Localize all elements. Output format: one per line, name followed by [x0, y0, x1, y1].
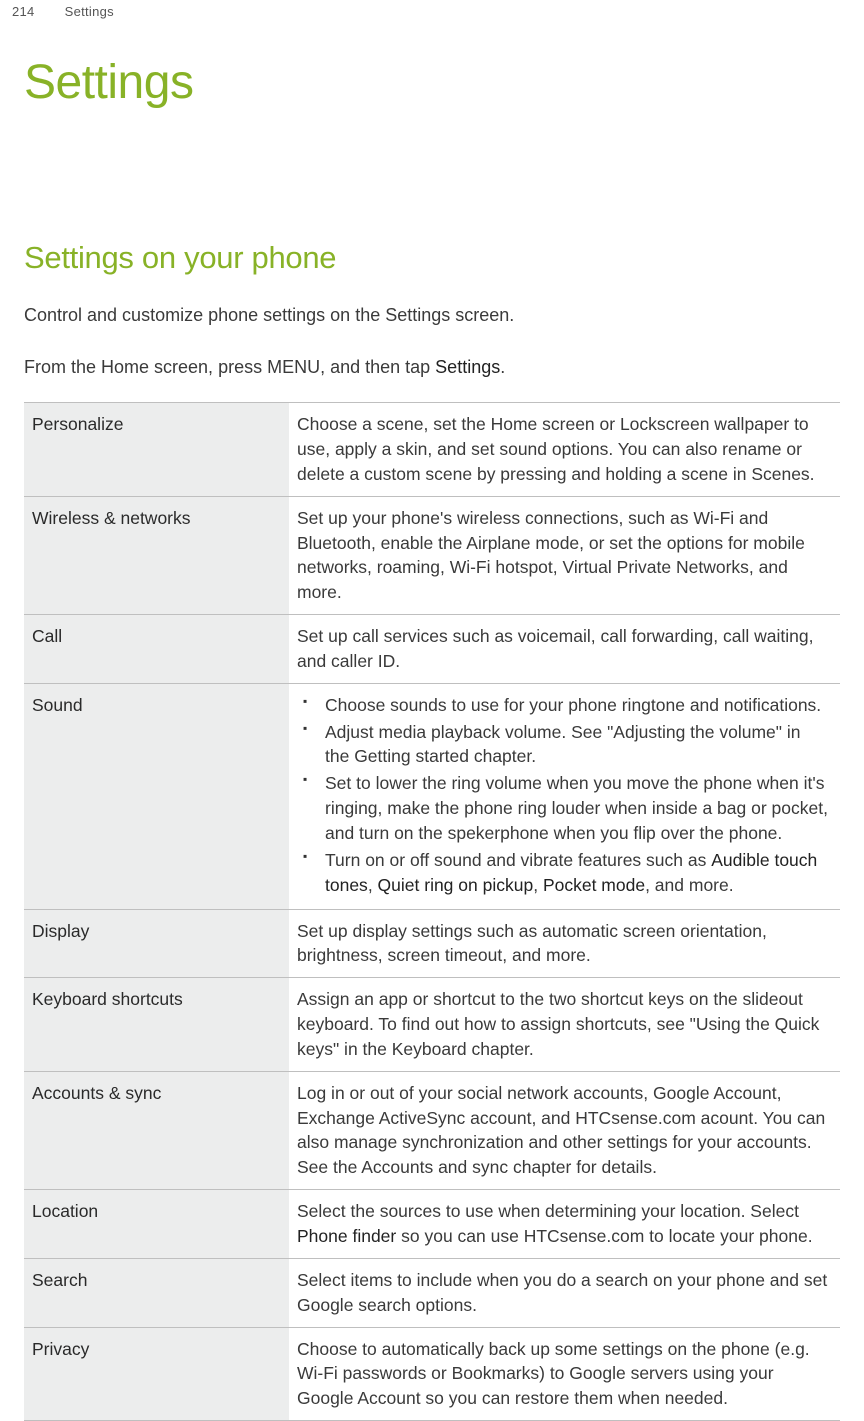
table-row: Wireless & networks Set up your phone's … [24, 496, 840, 614]
location-prefix: Select the sources to use when determini… [297, 1201, 799, 1221]
table-row: Keyboard shortcuts Assign an app or shor… [24, 978, 840, 1072]
row-label-personalize: Personalize [24, 403, 289, 497]
b4-suffix: , and more. [645, 875, 734, 895]
row-desc-accounts: Log in or out of your social network acc… [289, 1071, 840, 1189]
row-label-display: Display [24, 909, 289, 978]
row-desc-privacy: Choose to automatically back up some set… [289, 1327, 840, 1421]
row-desc-keyboard: Assign an app or shortcut to the two sho… [289, 978, 840, 1072]
row-desc-location: Select the sources to use when determini… [289, 1190, 840, 1259]
list-item: Adjust media playback volume. See "Adjus… [297, 720, 828, 770]
row-desc-sound: Choose sounds to use for your phone ring… [289, 683, 840, 909]
table-row: Location Select the sources to use when … [24, 1190, 840, 1259]
b4-sep2: , [533, 875, 543, 895]
row-desc-wireless: Set up your phone's wireless connections… [289, 496, 840, 614]
b4-prefix: Turn on or off sound and vibrate feature… [325, 850, 711, 870]
intro2-bold: Settings [435, 357, 500, 377]
table-row: Display Set up display settings such as … [24, 909, 840, 978]
row-label-accounts: Accounts & sync [24, 1071, 289, 1189]
b4-bold3: Pocket mode [543, 875, 645, 895]
location-suffix: so you can use HTCsense.com to locate yo… [396, 1226, 812, 1246]
intro-paragraph-1: Control and customize phone settings on … [24, 302, 840, 328]
row-label-call: Call [24, 615, 289, 684]
page-number: 214 [12, 4, 35, 19]
row-label-location: Location [24, 1190, 289, 1259]
row-label-search: Search [24, 1258, 289, 1327]
intro-paragraph-2: From the Home screen, press MENU, and th… [24, 354, 840, 380]
list-item: Choose sounds to use for your phone ring… [297, 693, 828, 718]
location-bold: Phone finder [297, 1226, 396, 1246]
settings-table: Personalize Choose a scene, set the Home… [24, 402, 840, 1421]
b4-sep1: , [368, 875, 378, 895]
section-heading: Settings on your phone [24, 240, 840, 276]
table-row: Accounts & sync Log in or out of your so… [24, 1071, 840, 1189]
row-desc-search: Select items to include when you do a se… [289, 1258, 840, 1327]
page-title: Settings [24, 55, 840, 110]
row-label-keyboard: Keyboard shortcuts [24, 978, 289, 1072]
sound-bullet-list: Choose sounds to use for your phone ring… [297, 693, 828, 898]
row-label-privacy: Privacy [24, 1327, 289, 1421]
row-desc-display: Set up display settings such as automati… [289, 909, 840, 978]
table-row: Search Select items to include when you … [24, 1258, 840, 1327]
list-item: Set to lower the ring volume when you mo… [297, 771, 828, 846]
row-label-sound: Sound [24, 683, 289, 909]
table-row: Sound Choose sounds to use for your phon… [24, 683, 840, 909]
intro2-prefix: From the Home screen, press MENU, and th… [24, 357, 435, 377]
content-area: Settings Settings on your phone Control … [0, 55, 864, 1421]
table-row: Privacy Choose to automatically back up … [24, 1327, 840, 1421]
page-header: 214 Settings [0, 0, 864, 19]
table-row: Call Set up call services such as voicem… [24, 615, 840, 684]
row-label-wireless: Wireless & networks [24, 496, 289, 614]
row-desc-personalize: Choose a scene, set the Home screen or L… [289, 403, 840, 497]
intro2-suffix: . [500, 357, 505, 377]
list-item: Turn on or off sound and vibrate feature… [297, 848, 828, 898]
row-desc-call: Set up call services such as voicemail, … [289, 615, 840, 684]
b4-bold2: Quiet ring on pickup [378, 875, 534, 895]
page-section-label: Settings [65, 4, 114, 19]
table-row: Personalize Choose a scene, set the Home… [24, 403, 840, 497]
